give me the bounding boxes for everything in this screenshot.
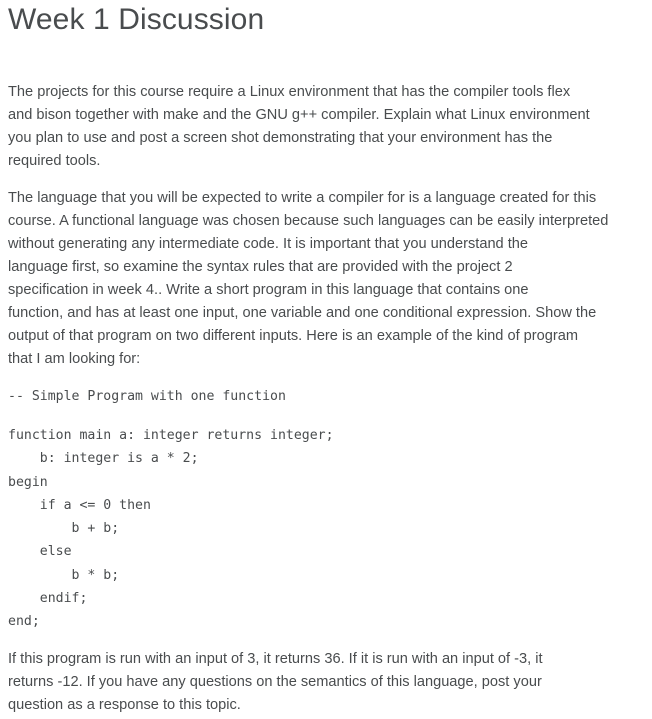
code-line: if a <= 0 then bbox=[8, 498, 151, 513]
code-line: begin bbox=[8, 475, 48, 490]
paragraph-line: returns -12. If you have any questions o… bbox=[8, 674, 542, 690]
paragraph-line: The projects for this course require a L… bbox=[8, 84, 571, 100]
code-line: function main a: integer returns integer… bbox=[8, 428, 334, 443]
discussion-page: Week 1 Discussion The projects for this … bbox=[0, 0, 652, 719]
page-title: Week 1 Discussion bbox=[8, 3, 265, 36]
paragraph-line: function, and has at least one input, on… bbox=[8, 305, 597, 321]
paragraph-line: without generating any intermediate code… bbox=[8, 236, 529, 252]
paragraph-line: that I am looking for: bbox=[8, 351, 141, 367]
result-paragraph: If this program is run with an input of … bbox=[8, 648, 640, 717]
code-line: end; bbox=[8, 614, 40, 629]
paragraph-line: required tools. bbox=[8, 153, 101, 169]
code-line: else bbox=[8, 544, 72, 559]
language-paragraph: The language that you will be expected t… bbox=[8, 187, 640, 371]
paragraph-line: If this program is run with an input of … bbox=[8, 651, 543, 667]
paragraph-line: and bison together with make and the GNU… bbox=[8, 107, 590, 123]
code-line: b + b; bbox=[8, 521, 120, 536]
paragraph-line: question as a response to this topic. bbox=[8, 697, 241, 713]
paragraph-line: output of that program on two different … bbox=[8, 328, 579, 344]
code-line: endif; bbox=[8, 591, 88, 606]
intro-paragraph: The projects for this course require a L… bbox=[8, 81, 640, 173]
paragraph-line: specification in week 4.. Write a short … bbox=[8, 282, 529, 298]
paragraph-line: The language that you will be expected t… bbox=[8, 190, 597, 206]
code-comment: -- Simple Program with one function bbox=[8, 389, 286, 404]
paragraph-line: you plan to use and post a screen shot d… bbox=[8, 130, 553, 146]
paragraph-line: course. A functional language was chosen… bbox=[8, 213, 609, 229]
code-line: b: integer is a * 2; bbox=[8, 451, 199, 466]
paragraph-line: language first, so examine the syntax ru… bbox=[8, 259, 513, 275]
code-line: b * b; bbox=[8, 568, 120, 583]
